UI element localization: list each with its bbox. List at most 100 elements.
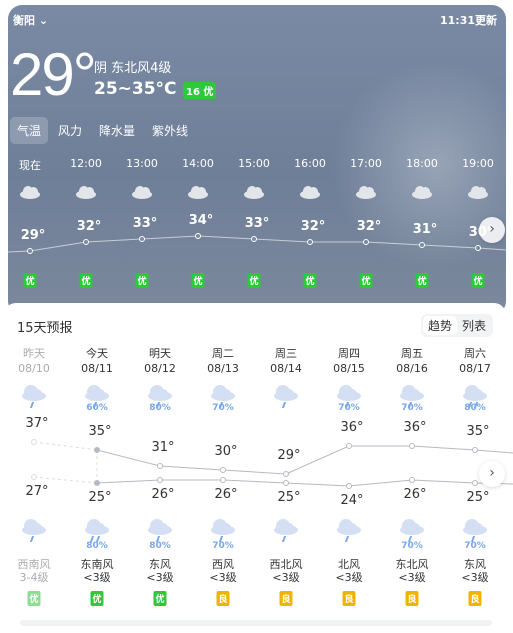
cloud-icon bbox=[20, 186, 40, 199]
low-temp-label: 25° bbox=[277, 490, 301, 505]
tab-precipitation[interactable]: 降水量 bbox=[92, 117, 142, 144]
low-temp-label: 26° bbox=[403, 487, 427, 502]
wind-info: 西南风 3-4级 bbox=[18, 558, 51, 584]
hourly-next-button[interactable]: › bbox=[479, 217, 505, 243]
high-temp-label: 29° bbox=[277, 448, 301, 463]
night-rain-chance: 80% bbox=[86, 541, 108, 551]
wind-info: 东北风 <3级 bbox=[396, 558, 429, 584]
chevron-down-icon: ⌄ bbox=[38, 14, 49, 27]
hourly-temp-curve bbox=[8, 233, 506, 254]
hour-time: 现在 bbox=[19, 159, 41, 172]
wind-info: 东南风 <3级 bbox=[81, 558, 114, 584]
high-temp-label: 36° bbox=[340, 420, 364, 435]
rain-cloud-icon bbox=[274, 519, 298, 542]
high-temp-label: 35° bbox=[88, 424, 112, 439]
hourly-point bbox=[307, 239, 313, 245]
wind-level: <3级 bbox=[146, 571, 174, 584]
view-list-button[interactable]: 列表 bbox=[457, 316, 491, 335]
low-temp-label: 27° bbox=[25, 484, 49, 499]
daily-point bbox=[31, 474, 37, 480]
hour-time: 15:00 bbox=[238, 157, 270, 170]
wind-direction: 东南风 bbox=[80, 558, 114, 571]
wind-direction: 西南风 bbox=[17, 558, 51, 571]
night-rain-chance: 80% bbox=[149, 541, 171, 551]
current-condition: 阴 东北风4级 bbox=[94, 61, 172, 76]
rain-cloud-icon bbox=[337, 519, 361, 542]
tab-temperature[interactable]: 气温 bbox=[10, 117, 49, 144]
day-week: 周五 bbox=[401, 347, 423, 360]
night-rain-chance: 70% bbox=[212, 541, 234, 551]
hourly-point bbox=[251, 236, 257, 242]
daily-point bbox=[31, 439, 37, 445]
daily-point bbox=[409, 477, 415, 483]
daily-point bbox=[472, 447, 478, 453]
aqi-badge: 良 bbox=[216, 591, 230, 606]
tab-wind[interactable]: 风力 bbox=[51, 117, 89, 144]
day-week: 明天 bbox=[149, 347, 171, 360]
wind-level: <3级 bbox=[461, 571, 489, 584]
hourly-point bbox=[363, 239, 369, 245]
cloud-icon bbox=[356, 186, 376, 199]
daily-point bbox=[157, 477, 163, 483]
aqi-badge: 良 bbox=[468, 591, 482, 606]
wind-direction: 西北风 bbox=[269, 558, 303, 571]
wind-info: 北风 <3级 bbox=[335, 558, 362, 584]
hourly-point bbox=[475, 245, 481, 251]
rain-cloud-icon bbox=[85, 519, 109, 542]
wind-direction: 北风 bbox=[338, 558, 360, 571]
low-temp-label: 26° bbox=[151, 487, 175, 502]
day-date: 08/15 bbox=[333, 362, 365, 375]
day-date: 08/10 bbox=[18, 362, 50, 375]
view-trend-button[interactable]: 趋势 bbox=[423, 316, 458, 335]
wind-info: 西风 <3级 bbox=[209, 558, 236, 584]
aqi-badge: 良 bbox=[405, 591, 419, 606]
rain-cloud-icon bbox=[22, 519, 46, 542]
chevron-right-icon: › bbox=[489, 221, 495, 237]
rain-cloud-icon bbox=[337, 385, 361, 408]
rain-cloud-icon bbox=[22, 385, 46, 408]
hour-time: 17:00 bbox=[350, 157, 382, 170]
rain-cloud-icon bbox=[85, 385, 109, 408]
high-temp-label: 30° bbox=[214, 444, 238, 459]
daily-point bbox=[283, 480, 289, 486]
daily-point bbox=[157, 463, 163, 469]
hour-time: 16:00 bbox=[294, 157, 326, 170]
hourly-point bbox=[195, 233, 201, 239]
aqi-badge: 优 bbox=[27, 591, 41, 606]
day-date: 08/17 bbox=[459, 362, 491, 375]
high-past-line bbox=[33, 441, 98, 451]
cloud-icon bbox=[412, 186, 432, 199]
day-rain-chance: 80% bbox=[149, 403, 171, 413]
high-temp-label: 35° bbox=[466, 424, 490, 439]
hour-time: 12:00 bbox=[70, 157, 102, 170]
rain-cloud-icon bbox=[211, 385, 235, 408]
aqi-badge: 良 bbox=[279, 591, 293, 606]
hourly-point bbox=[419, 242, 425, 248]
cloud-icon bbox=[244, 186, 264, 199]
hourly-tabs: 气温 风力 降水量 紫外线 bbox=[10, 117, 198, 144]
rain-cloud-icon bbox=[400, 385, 424, 408]
cloud-icon bbox=[76, 186, 96, 199]
low-temp-label: 25° bbox=[466, 490, 490, 505]
wind-direction: 西风 bbox=[212, 558, 234, 571]
temperature-range: 25~35°C bbox=[94, 79, 177, 99]
aqi-badge: 16 优 bbox=[183, 82, 217, 99]
city-selector[interactable]: 衡阳 ⌄ bbox=[13, 12, 48, 28]
wind-info: 东风 <3级 bbox=[461, 558, 488, 584]
daily-point bbox=[409, 443, 415, 449]
day-rain-chance: 70% bbox=[212, 403, 234, 413]
tab-uv[interactable]: 紫外线 bbox=[145, 117, 195, 144]
low-temp-label: 26° bbox=[214, 487, 238, 502]
night-rain-chance: 70% bbox=[464, 541, 486, 551]
day-rain-chance: 80% bbox=[464, 403, 486, 413]
day-rain-chance: 70% bbox=[401, 403, 423, 413]
update-time: 11:31更新 bbox=[439, 14, 497, 27]
wind-direction: 东风 bbox=[464, 558, 486, 571]
day-date: 08/12 bbox=[144, 362, 176, 375]
wind-direction: 东风 bbox=[149, 558, 171, 571]
rain-cloud-icon bbox=[148, 519, 172, 542]
day-date: 08/13 bbox=[207, 362, 239, 375]
daily-next-button[interactable]: › bbox=[479, 461, 505, 487]
scrollbar[interactable] bbox=[20, 620, 492, 626]
daily-point bbox=[283, 471, 289, 477]
